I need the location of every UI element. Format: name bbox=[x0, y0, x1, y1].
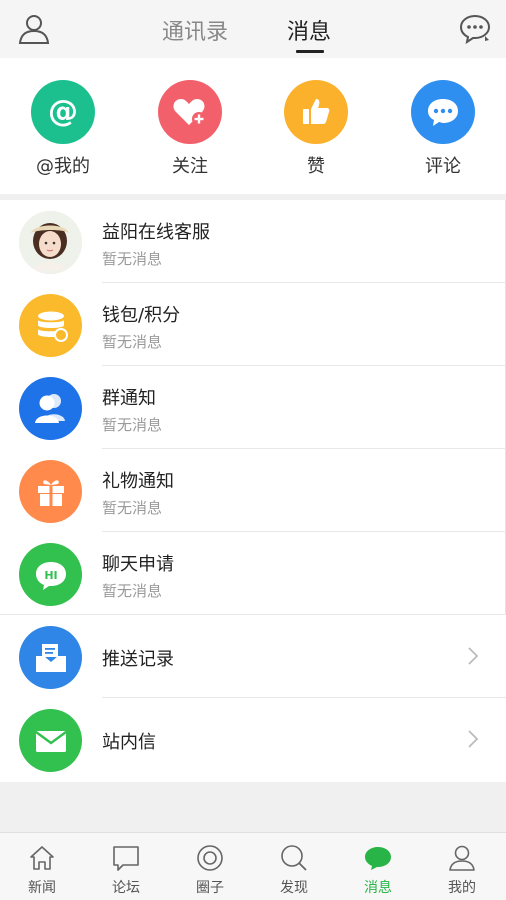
nav-messages[interactable]: 消息 bbox=[336, 833, 420, 900]
svg-text:@: @ bbox=[48, 94, 78, 129]
heart-plus-icon bbox=[158, 80, 222, 144]
quick-action-label: 赞 bbox=[307, 156, 325, 177]
top-bar: 通讯录 消息 bbox=[0, 0, 506, 58]
quick-actions: @ @我的 关注 赞 评论 bbox=[0, 58, 506, 194]
nav-discover[interactable]: 发现 bbox=[252, 833, 336, 900]
list-item-subtitle: 暂无消息 bbox=[102, 250, 163, 268]
nav-label: 新闻 bbox=[28, 880, 56, 896]
list-item-title: 钱包/积分 bbox=[102, 305, 181, 326]
comment-box-icon bbox=[113, 846, 139, 871]
list-item-inbox[interactable]: 站内信 bbox=[0, 698, 506, 781]
list-item-gift-notice[interactable]: 礼物通知 暂无消息 bbox=[0, 449, 506, 532]
speech-bubble-icon bbox=[411, 80, 475, 144]
quick-action-comments[interactable]: 评论 bbox=[393, 80, 493, 178]
nav-label: 论坛 bbox=[112, 880, 140, 896]
chevron-right-icon bbox=[468, 730, 479, 748]
chat-bubble-icon bbox=[365, 847, 391, 870]
chat-options-icon[interactable] bbox=[458, 12, 492, 46]
quick-action-label: 评论 bbox=[425, 156, 461, 177]
list-item-group-notice[interactable]: 群通知 暂无消息 bbox=[0, 366, 506, 449]
nav-label: 发现 bbox=[280, 880, 308, 896]
message-list: 益阳在线客服 暂无消息 钱包/积分 暂无消息 群通知 暂无消息 礼物通知 暂无消… bbox=[0, 200, 506, 782]
nav-forum[interactable]: 论坛 bbox=[84, 833, 168, 900]
list-item-title: 群通知 bbox=[102, 388, 156, 409]
list-item-push-history[interactable]: 推送记录 bbox=[0, 615, 506, 698]
nav-label: 我的 bbox=[448, 880, 476, 896]
quick-action-follow[interactable]: 关注 bbox=[140, 80, 240, 178]
coins-icon bbox=[19, 294, 82, 357]
group-icon bbox=[19, 377, 82, 440]
quick-action-likes[interactable]: 赞 bbox=[266, 80, 366, 178]
quick-action-mentions[interactable]: @ @我的 bbox=[13, 80, 113, 178]
person-icon bbox=[449, 845, 475, 871]
svg-text:HI: HI bbox=[44, 569, 57, 582]
nav-circle[interactable]: 圈子 bbox=[168, 833, 252, 900]
list-item-title: 站内信 bbox=[102, 732, 156, 753]
list-item-subtitle: 暂无消息 bbox=[102, 499, 163, 517]
nav-label: 消息 bbox=[364, 880, 392, 896]
magnifier-icon bbox=[281, 845, 307, 871]
bottom-navigation: 新闻 论坛 圈子 发现 消息 我的 bbox=[0, 832, 506, 900]
avatar bbox=[19, 211, 82, 274]
list-item-title: 益阳在线客服 bbox=[102, 222, 210, 243]
at-icon: @ bbox=[31, 80, 95, 144]
list-item-chat-request[interactable]: HI 聊天申请 暂无消息 bbox=[0, 532, 506, 615]
quick-action-label: 关注 bbox=[172, 156, 208, 177]
list-item-wallet[interactable]: 钱包/积分 暂无消息 bbox=[0, 283, 506, 366]
list-item-title: 推送记录 bbox=[102, 649, 174, 670]
house-icon bbox=[30, 846, 54, 870]
gift-icon bbox=[19, 460, 82, 523]
list-item-subtitle: 暂无消息 bbox=[102, 582, 163, 600]
list-item-subtitle: 暂无消息 bbox=[102, 416, 163, 434]
nav-label: 圈子 bbox=[196, 880, 224, 896]
nav-profile[interactable]: 我的 bbox=[420, 833, 504, 900]
active-tab-indicator bbox=[296, 50, 324, 53]
list-item-customer-service[interactable]: 益阳在线客服 暂无消息 bbox=[0, 200, 506, 283]
list-item-subtitle: 暂无消息 bbox=[102, 333, 163, 351]
push-tray-icon bbox=[19, 626, 82, 689]
tab-messages[interactable]: 消息 bbox=[287, 14, 331, 46]
list-item-title: 聊天申请 bbox=[102, 554, 174, 575]
profile-icon[interactable] bbox=[17, 12, 51, 46]
circle-target-icon bbox=[197, 845, 223, 871]
thumbs-up-icon bbox=[284, 80, 348, 144]
chevron-right-icon bbox=[468, 647, 479, 665]
list-item-title: 礼物通知 bbox=[102, 471, 174, 492]
quick-action-label: @我的 bbox=[36, 156, 90, 177]
envelope-icon bbox=[19, 709, 82, 772]
hi-bubble-icon: HI bbox=[19, 543, 82, 606]
nav-news[interactable]: 新闻 bbox=[0, 833, 84, 900]
tab-contacts[interactable]: 通讯录 bbox=[162, 14, 228, 46]
